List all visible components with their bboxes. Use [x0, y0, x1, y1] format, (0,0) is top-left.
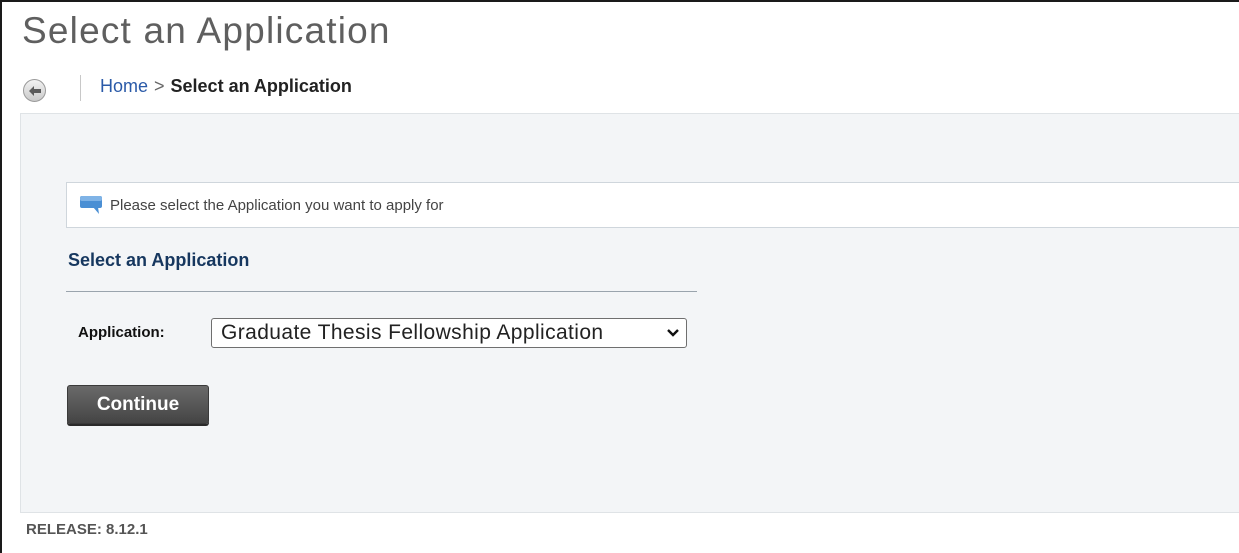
release-version: RELEASE: 8.12.1 [26, 521, 148, 538]
info-message-box: Please select the Application you want t… [66, 182, 1239, 228]
info-message-text: Please select the Application you want t… [110, 196, 444, 214]
continue-button[interactable]: Continue [67, 385, 209, 424]
breadcrumb: Home > Select an Application [100, 76, 352, 97]
chevron-down-icon [667, 329, 679, 337]
content-panel: Please select the Application you want t… [20, 113, 1239, 513]
breadcrumb-current: Select an Application [170, 76, 352, 96]
breadcrumb-divider [80, 75, 81, 101]
section-divider [66, 291, 697, 292]
arrow-left-icon [28, 85, 41, 96]
application-select[interactable]: Graduate Thesis Fellowship Application [211, 318, 687, 348]
speech-bubble-icon [80, 196, 102, 214]
page-title: Select an Application [22, 10, 391, 51]
section-title: Select an Application [68, 250, 250, 270]
breadcrumb-home-link[interactable]: Home [100, 76, 148, 96]
back-button[interactable] [23, 79, 46, 102]
application-select-value: Graduate Thesis Fellowship Application [221, 321, 604, 344]
breadcrumb-separator: > [154, 76, 165, 96]
application-label: Application: [78, 324, 165, 341]
